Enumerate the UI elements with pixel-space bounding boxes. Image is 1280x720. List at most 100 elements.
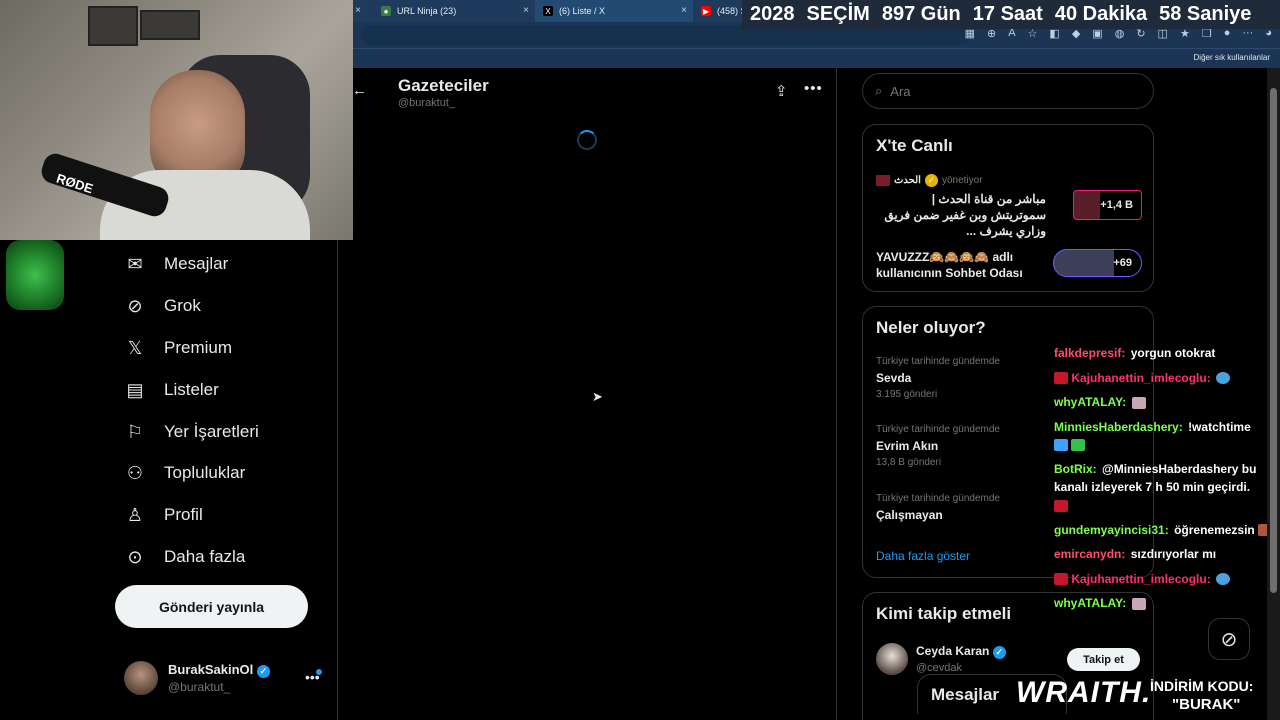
badge-icon [1054,573,1068,586]
suggested-user-name: Ceyda Karan [916,644,990,659]
stream-chat-overlay: falkdepresif: yorgun otokrat Kajuhanetti… [1054,344,1274,619]
live-title: مباشر من قناة الحدث | سموتريتش وبن غفير … [884,192,1046,238]
chat-message: falkdepresif: yorgun otokrat [1054,344,1274,362]
tab-url-ninja[interactable]: ● URL Ninja (23) × [373,0,535,22]
x-logo-icon: 𝕏 [127,337,143,358]
nav-item-more[interactable]: ⊙ Daha fazla [124,546,245,568]
nav-item-bookmarks[interactable]: ⚐ Yer İşaretleri [124,421,259,443]
trend-count: 3.195 gönderi [876,389,938,400]
bookmarks-bar: Diğer sık kullanılanlar [353,48,1280,68]
share-icon[interactable]: ⇪ [775,82,788,100]
chat-message: Kajuhanettin_imlecoglu: [1054,570,1274,588]
tab-x-list[interactable]: X (6) Liste / X × [535,0,693,22]
trend-item[interactable]: Türkiye tarihinde gündemde Sevda 3.195 g… [876,356,1076,400]
post-button[interactable]: Gönderi yayınla [115,585,308,628]
search-placeholder: Ara [890,83,911,99]
election-countdown-banner: 2028 SEÇİM 897 Gün 17 Saat 40 Dakika 58 … [742,0,1280,29]
chat-user: falkdepresif: [1054,346,1126,360]
tab-label: URL Ninja (23) [397,6,457,16]
trend-context: Türkiye tarihinde gündemde [876,356,1000,367]
suggested-user-name-row: Ceyda Karan ✓ [916,644,1006,659]
chat-message: BotRix: @MinniesHaberdashery bu kanalı i… [1054,460,1274,514]
x-favicon-icon: X [543,6,553,16]
mouse-cursor-icon: ➤ [592,389,603,404]
tab-close-icon[interactable]: × [681,5,687,16]
countdown-hours: 17 Saat [972,3,1043,25]
nav-item-label: Grok [164,296,201,315]
nav-item-communities[interactable]: ⚇ Topluluklar [124,462,245,484]
account-handle: @buraktut_ [168,679,231,694]
sponsor-brand: WRAITH. [1016,676,1152,709]
nav-item-label: Premium [164,338,233,357]
grok-floating-button[interactable]: ⊘ [1208,618,1250,660]
chat-text: !watchtime [1188,419,1251,434]
scrollbar-thumb[interactable] [1270,88,1277,593]
chat-text: sızdırıyorlar mı [1130,547,1217,561]
loading-spinner [577,130,597,150]
live-host-row: الحدث ✓ yönetiyor [876,174,1142,187]
suggested-user-handle: @cevdak [916,661,963,674]
page-scrollbar[interactable] [1267,68,1280,720]
trend-name: Sevda [876,371,912,385]
main-column: ← Gazeteciler @buraktut_ ⇪ ••• ➤ [338,68,837,720]
emote-icon [1216,573,1231,586]
live-item[interactable]: الحدث ✓ yönetiyor مباشر من قناة الحدث | … [876,174,1142,238]
nav-item-label: Listeler [164,380,219,399]
verified-badge-icon: ✓ [992,645,1006,659]
nav-item-label: Daha fazla [164,547,246,566]
sponsor-overlay: WRAITH. İNDİRİM KODU: "BURAK" [1012,674,1280,720]
chat-user: BotRix: [1054,462,1097,476]
badge-icon [1054,499,1068,512]
url-ninja-favicon-icon: ● [381,6,391,16]
countdown-minutes: 40 Dakika [1054,3,1148,25]
nav-item-profile[interactable]: ♙ Profil [124,504,203,526]
bookmark-icon: ⚐ [126,421,144,442]
emote-icon [1054,439,1068,452]
live-item[interactable]: YAVUZZZ🙉🙈🙉🙈 adlı kullanıcının Sohbet Oda… [876,249,1142,285]
nav-item-lists[interactable]: ▤ Listeler [124,379,219,401]
other-favorites-folder[interactable]: Diğer sık kullanılanlar [1194,53,1270,62]
trend-name: Çalışmayan [876,508,943,522]
search-icon: ⌕ [875,83,883,98]
chat-message: MinniesHaberdashery: !watchtime [1054,418,1274,454]
more-options-icon[interactable]: ••• [804,80,823,97]
nav-item-label: Mesajlar [164,254,229,273]
nav-item-label: Topluluklar [164,463,246,482]
emote-icon [1131,597,1146,610]
live-host-status: yönetiyor [941,175,983,186]
list-icon: ▤ [126,379,144,400]
nav-item-messages[interactable]: ✉ Mesajlar [124,253,228,275]
search-box[interactable]: ⌕ Ara [862,73,1154,109]
tab-close-icon[interactable]: × [523,5,529,16]
trend-item[interactable]: Türkiye tarihinde gündemde Çalışmayan [876,493,1076,522]
wall-frame [140,10,200,40]
tab-close-previous[interactable]: × [353,0,367,22]
account-name-row: BurakSakinOl ✓ [168,662,270,678]
nav-item-label: Profil [164,505,203,524]
account-switcher[interactable]: BurakSakinOl ✓ @buraktut_ [124,661,270,695]
chat-text: yorgun otokrat [1130,346,1216,360]
countdown-seconds: 58 Saniye [1159,3,1252,25]
more-circle-icon: ⊙ [127,546,143,567]
nav-item-premium[interactable]: 𝕏 Premium [124,337,232,359]
messages-drawer-label: Mesajlar [931,685,1000,704]
youtube-favicon-icon: ▶ [701,6,711,16]
notification-dot [316,669,322,675]
follow-button[interactable]: Takip et [1067,648,1140,671]
countdown-days: 897 Gün [881,3,961,25]
trend-context: Türkiye tarihinde gündemde [876,493,1000,504]
live-listener-count: +69 [1053,249,1142,277]
suggested-user[interactable]: Ceyda Karan ✓ @cevdak [876,643,1006,675]
chat-message: whyATALAY: [1054,594,1274,612]
show-more-link[interactable]: Daha fazla göster [876,549,970,563]
live-panel: X'te Canlı الحدث ✓ yönetiyor مباشر من قن… [862,124,1154,292]
back-arrow-icon[interactable]: ← [352,82,367,99]
trend-name: Evrim Akın [876,439,939,453]
chat-message: gundemyayincisi31: öğrenemezsin [1054,521,1274,539]
chat-user: MinniesHaberdashery: [1054,419,1183,434]
trend-item[interactable]: Türkiye tarihinde gündemde Evrim Akın 13… [876,424,1076,468]
chat-message: emircanydn: sızdırıyorlar mı [1054,545,1274,563]
webcam-overlay: RØDE [0,0,353,240]
chat-message: Kajuhanettin_imlecoglu: [1054,369,1274,387]
nav-item-grok[interactable]: ⊘ Grok [124,295,201,317]
